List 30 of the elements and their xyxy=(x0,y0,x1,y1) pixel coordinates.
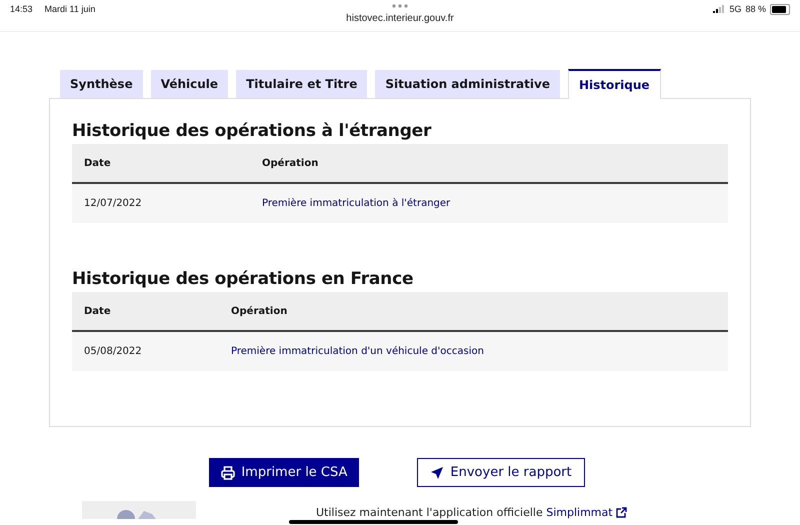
date-cell-text: 12/07/2022 xyxy=(83,198,143,209)
tab[interactable]: Titulaire et Titre xyxy=(236,70,368,98)
tab[interactable]: Historique xyxy=(568,69,661,99)
operation-link[interactable]: Première immatriculation à l'étranger xyxy=(250,198,450,209)
print-button[interactable]: Imprimer le CSA xyxy=(209,458,360,487)
printer-icon xyxy=(221,466,236,480)
section-title: Historique des opérations à l'étranger xyxy=(72,121,432,141)
simplimmat-link[interactable]: Simplimmat xyxy=(546,506,613,519)
column-header: Date xyxy=(83,158,112,168)
more-icon xyxy=(392,4,408,8)
battery-icon xyxy=(770,4,790,15)
date-cell-text: 05/08/2022 xyxy=(83,346,143,357)
column-header: Date xyxy=(83,306,112,316)
external-link-icon xyxy=(616,507,628,518)
footer-text: Utilisez maintenant l'application officielle Simplimmat xyxy=(316,506,628,519)
tab[interactable]: Situation administrative xyxy=(375,70,560,98)
tab[interactable]: Véhicule xyxy=(150,70,228,98)
column-header: Opération xyxy=(261,158,318,168)
column-header: Opération xyxy=(230,306,288,316)
signal-icon xyxy=(713,5,726,13)
network-label: 5G xyxy=(729,4,742,14)
url-text[interactable]: histovec.interieur.gouv.fr xyxy=(346,13,454,24)
status-time: 14:53 xyxy=(10,4,33,16)
send-button[interactable]: Envoyer le rapport xyxy=(417,458,585,487)
operation-link[interactable]: Première immatriculation d'un véhicule d'occasion xyxy=(219,346,484,357)
section-title: Historique des opérations en France xyxy=(72,269,414,289)
send-icon xyxy=(430,466,444,480)
tab[interactable]: Synthèse xyxy=(60,70,143,98)
status-date: Mardi 11 juin xyxy=(44,4,96,16)
battery-percent: 88 % xyxy=(745,4,766,14)
